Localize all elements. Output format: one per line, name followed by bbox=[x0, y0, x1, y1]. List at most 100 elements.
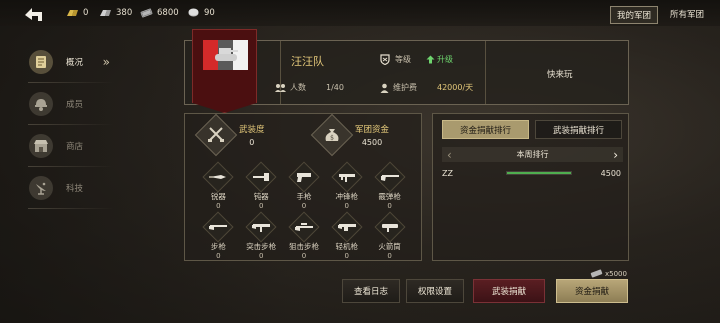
armament-donate-button[interactable]: 武装捐献 bbox=[473, 279, 545, 303]
money-bag-icon: $ bbox=[310, 113, 354, 157]
legion-emblem[interactable] bbox=[192, 29, 257, 113]
fund-donate-button[interactable]: 资金捐献 bbox=[556, 279, 628, 303]
upgrade-label: 升级 bbox=[437, 55, 453, 64]
cash-stack-icon bbox=[590, 269, 603, 278]
weapon-item: 火箭筒 0 bbox=[368, 211, 411, 260]
permission-settings-button[interactable]: 权限设置 bbox=[406, 279, 464, 303]
divider bbox=[280, 41, 281, 104]
funds-label: 军团资金 bbox=[355, 125, 390, 135]
weapon-item: 步枪 0 bbox=[197, 211, 240, 260]
resource-silver: 380 bbox=[99, 6, 132, 19]
fee-label: 维护费 bbox=[393, 83, 417, 92]
weapon-item: 钝器 0 bbox=[240, 161, 283, 210]
armament-value: 0 bbox=[249, 138, 255, 147]
tab-my-legion[interactable]: 我的军团 bbox=[609, 6, 658, 24]
tab-fund-ranking[interactable]: 资金捐献排行 bbox=[442, 120, 529, 139]
top-bar: 0 380 6800 90 我的军团 所有军团 bbox=[0, 0, 720, 26]
knife-icon bbox=[209, 172, 227, 182]
divider bbox=[28, 208, 114, 209]
sniper-rifle-icon bbox=[294, 221, 313, 233]
cost-value: x5000 bbox=[605, 269, 627, 278]
ranking-panel: 资金捐献排行 武装捐献排行 ‹ 本周排行 › ZZ 4500 bbox=[432, 113, 629, 261]
tank-icon bbox=[215, 48, 238, 61]
rifle-icon bbox=[209, 222, 228, 232]
weapon-item: 锐器 0 bbox=[197, 161, 240, 210]
rocket-launcher-icon bbox=[381, 221, 399, 233]
weapon-item: 突击步枪 0 bbox=[240, 211, 283, 260]
members-icon bbox=[275, 84, 286, 92]
sidebar-item-label: 概况 bbox=[66, 58, 84, 68]
armament-stat: 武装度 0 bbox=[194, 113, 265, 157]
legion-name: 汪汪队 bbox=[291, 55, 324, 68]
hammer-icon bbox=[252, 172, 270, 182]
assault-rifle-icon bbox=[252, 221, 271, 233]
shop-icon bbox=[29, 134, 53, 158]
members-value: 1/40 bbox=[326, 83, 344, 92]
machine-gun-icon bbox=[337, 221, 356, 233]
period-label: 本周排行 bbox=[516, 150, 549, 159]
upgrade-button[interactable]: 升级 bbox=[426, 54, 453, 65]
funds-value: 4500 bbox=[361, 138, 383, 147]
view-log-button[interactable]: 查看日志 bbox=[342, 279, 400, 303]
ranking-progress-bar bbox=[506, 171, 572, 175]
divider bbox=[28, 124, 114, 125]
member-count: 人数 1/40 bbox=[275, 82, 344, 93]
tab-all-legions[interactable]: 所有军团 bbox=[664, 6, 710, 24]
weapon-item: 冲锋枪 0 bbox=[325, 161, 368, 210]
sidebar-item-label: 成员 bbox=[66, 100, 84, 110]
members-label: 人数 bbox=[290, 83, 306, 92]
pistol-icon bbox=[295, 171, 313, 183]
sidebar-item-shop[interactable]: 商店 bbox=[22, 126, 114, 167]
resource-token: 90 bbox=[187, 6, 215, 19]
period-selector: ‹ 本周排行 › bbox=[442, 147, 623, 162]
sidebar-item-label: 商店 bbox=[66, 142, 84, 152]
weapon-item: 轻机枪 0 bbox=[325, 211, 368, 260]
progress-fill bbox=[507, 172, 571, 174]
ranking-member-name: ZZ bbox=[442, 168, 453, 178]
chevron-right-icon[interactable]: › bbox=[613, 148, 618, 162]
smg-icon bbox=[338, 171, 356, 183]
armament-label: 武装度 bbox=[239, 125, 265, 135]
weapon-grid: 锐器 0 钝器 0 手枪 0 冲锋枪 0 霰弹枪 0 步枪 0 突击步枪 0 狙… bbox=[197, 161, 411, 260]
chevron-left-icon[interactable]: ‹ bbox=[447, 148, 452, 162]
tab-armament-ranking[interactable]: 武装捐献排行 bbox=[535, 120, 622, 139]
level-label: 等级 bbox=[395, 55, 411, 64]
upgrade-arrow-icon bbox=[426, 55, 435, 64]
shotgun-icon bbox=[380, 172, 399, 182]
maintenance-fee: 维护费 42000/天 bbox=[380, 82, 473, 93]
donation-panel: 武装度 0 $ 军团资金 4500 锐器 0 钝器 0 手枪 0 冲锋枪 0 霰… bbox=[184, 113, 422, 261]
shield-icon bbox=[380, 54, 390, 65]
funds-stat: $ 军团资金 4500 bbox=[310, 113, 390, 157]
legion-tabs: 我的军团 所有军团 bbox=[609, 6, 710, 24]
radar-dish-icon bbox=[29, 176, 53, 200]
sidebar-item-members[interactable]: 成员 bbox=[22, 84, 114, 125]
chevron-right-icon: » bbox=[102, 55, 110, 69]
back-arrow-icon bbox=[25, 8, 42, 21]
legion-announcement[interactable]: 快来玩 bbox=[547, 68, 573, 80]
sidebar-item-overview[interactable]: 概况 » bbox=[22, 42, 114, 83]
legion-level: 等级 升级 bbox=[380, 54, 453, 65]
sidebar-item-label: 科技 bbox=[66, 184, 84, 194]
divider bbox=[485, 41, 486, 104]
soldier-helmet-icon bbox=[29, 92, 53, 116]
resource-gold: 0 bbox=[66, 6, 88, 19]
ranking-tabs: 资金捐献排行 武装捐献排行 bbox=[442, 120, 622, 139]
weapon-item: 霰弹枪 0 bbox=[368, 161, 411, 210]
svg-text:$: $ bbox=[330, 135, 334, 142]
token-coin-icon bbox=[187, 6, 200, 19]
person-icon bbox=[380, 83, 389, 93]
sidebar-item-tech[interactable]: 科技 bbox=[22, 168, 114, 209]
weapon-item: 手枪 0 bbox=[283, 161, 326, 210]
sidebar-nav: 概况 » 成员 商店 科技 bbox=[22, 42, 114, 210]
cash-stack-icon bbox=[140, 6, 153, 19]
fee-value: 42000/天 bbox=[437, 83, 474, 92]
scroll-icon bbox=[29, 50, 53, 74]
resource-cash: 6800 bbox=[140, 6, 179, 19]
divider bbox=[28, 166, 114, 167]
ranking-member-value: 4500 bbox=[600, 168, 621, 178]
weapon-item: 狙击步枪 0 bbox=[283, 211, 326, 260]
back-button[interactable] bbox=[22, 3, 48, 23]
gold-bars-icon bbox=[66, 6, 79, 19]
silver-bars-icon bbox=[99, 6, 112, 19]
crossed-guns-icon bbox=[194, 113, 238, 157]
